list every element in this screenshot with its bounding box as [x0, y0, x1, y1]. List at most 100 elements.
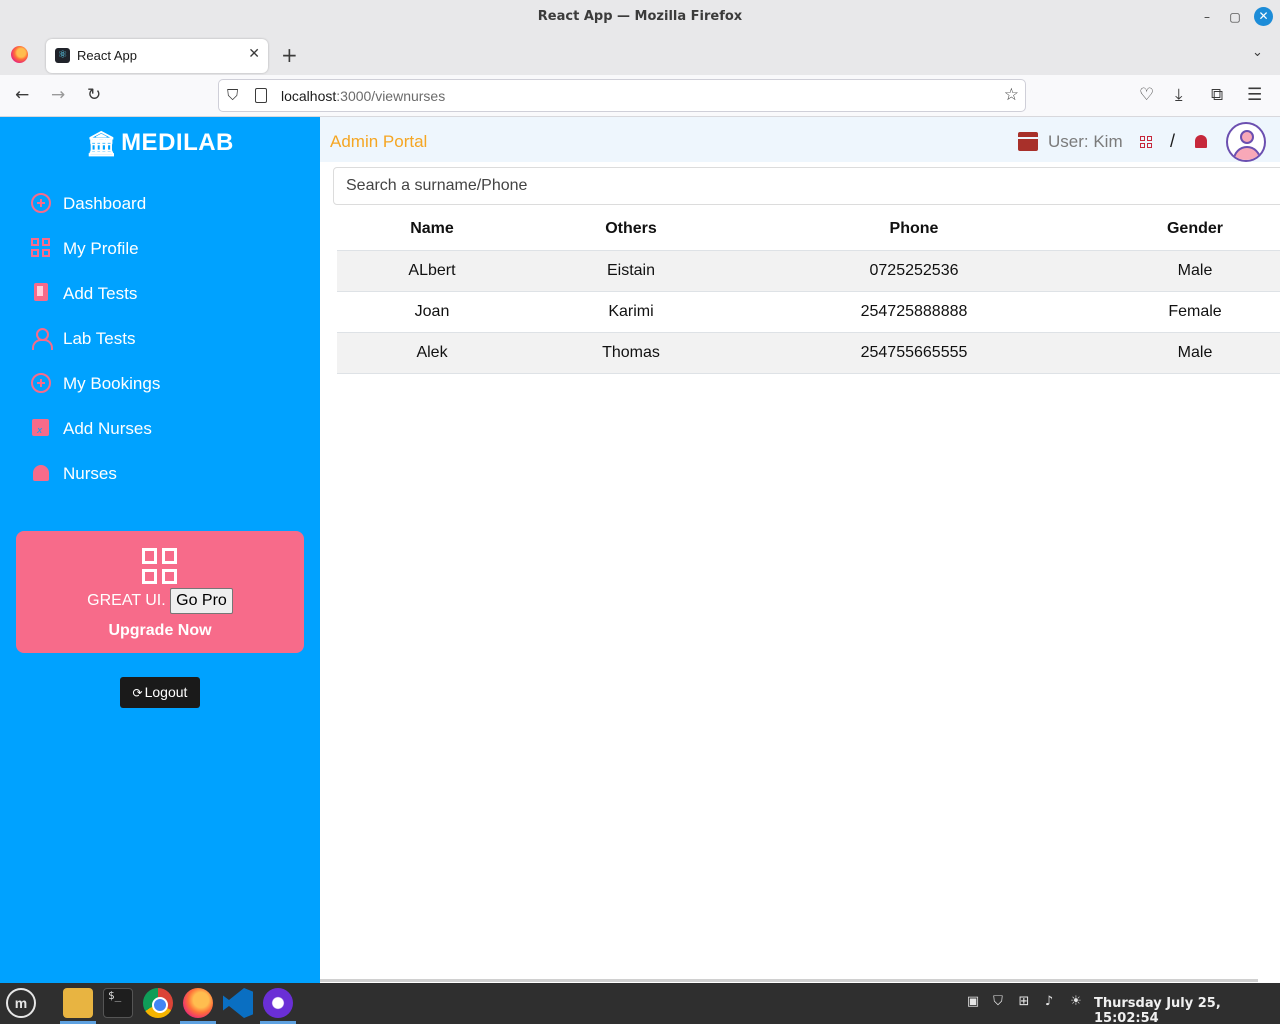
- brightness-tray-icon[interactable]: ☀: [1069, 995, 1083, 1009]
- sidebar-item-label: Add Tests: [63, 284, 138, 303]
- cell-phone: 0725252536: [735, 250, 1093, 292]
- screenshot-app-icon[interactable]: [260, 988, 296, 1024]
- brand-logo[interactable]: 🏛 MEDILAB: [0, 129, 320, 158]
- tab-close-icon[interactable]: ✕: [248, 46, 260, 62]
- window-titlebar: React App — Mozilla Firefox – ▢ ✕: [0, 0, 1280, 34]
- tracking-shield-icon[interactable]: ⛉: [227, 86, 238, 104]
- address-bar[interactable]: ⛉ localhost:3000/viewnurses ☆: [218, 79, 1026, 112]
- sidebar-item-add-nurses[interactable]: Add Nurses: [0, 412, 320, 457]
- brand-name: MEDILAB: [121, 129, 234, 156]
- url-host: localhost: [281, 88, 337, 104]
- url-text[interactable]: localhost:3000/viewnurses: [281, 88, 445, 104]
- network-tray-icon[interactable]: ⊞: [1017, 995, 1031, 1009]
- calendar-icon[interactable]: [1018, 132, 1038, 151]
- cell-phone: 254755665555: [735, 332, 1093, 374]
- column-header-name[interactable]: Name: [337, 208, 527, 251]
- close-window-icon[interactable]: ✕: [1254, 7, 1273, 26]
- sidebar-item-dashboard[interactable]: Dashboard: [0, 187, 320, 232]
- sidebar-item-nurses[interactable]: Nurses: [0, 457, 320, 502]
- minimize-icon[interactable]: –: [1198, 8, 1216, 26]
- react-favicon-icon: ⚛: [55, 48, 70, 63]
- table-row[interactable]: ALbert Eistain 0725252536 Male: [337, 250, 1280, 292]
- extensions-icon[interactable]: ⧉: [1211, 85, 1223, 105]
- cell-others: Eistain: [527, 250, 735, 292]
- volume-tray-icon[interactable]: ♪: [1042, 995, 1056, 1009]
- window-title: React App — Mozilla Firefox: [537, 9, 743, 24]
- table-row[interactable]: Joan Karimi 254725888888 Female: [337, 291, 1280, 333]
- cell-others: Thomas: [527, 332, 735, 374]
- clock[interactable]: Thursday July 25, 15:02:54: [1094, 996, 1280, 1024]
- files-app-icon[interactable]: [60, 988, 96, 1024]
- pocket-icon[interactable]: ♡: [1139, 85, 1154, 105]
- sidebar-item-label: Dashboard: [63, 194, 147, 213]
- chrome-app-icon[interactable]: [143, 988, 173, 1018]
- page-title: Admin Portal: [330, 132, 428, 151]
- separator: /: [1170, 131, 1176, 151]
- sidebar-item-my-profile[interactable]: My Profile: [0, 232, 320, 277]
- sidebar-item-label: My Bookings: [63, 374, 161, 393]
- cell-phone: 254725888888: [735, 291, 1093, 333]
- new-tab-icon[interactable]: +: [281, 43, 298, 67]
- firefox-app-icon[interactable]: [180, 988, 216, 1024]
- maximize-icon[interactable]: ▢: [1226, 8, 1244, 26]
- column-header-others[interactable]: Others: [527, 208, 735, 251]
- promo-line: GREAT UI. Go Pro: [16, 588, 304, 614]
- cell-name: Joan: [337, 291, 527, 333]
- go-pro-button[interactable]: Go Pro: [170, 588, 233, 614]
- sidebar-item-label: Lab Tests: [63, 329, 136, 348]
- page-info-icon[interactable]: [255, 88, 267, 103]
- book-icon: [31, 283, 51, 303]
- grid-icon[interactable]: [1140, 136, 1152, 148]
- sidebar-item-label: My Profile: [63, 239, 139, 258]
- forward-arrow-icon[interactable]: →: [51, 85, 65, 105]
- sidebar-menu: Dashboard My Profile Add Tests Lab Tests…: [0, 187, 320, 502]
- bank-icon: 🏛: [86, 130, 118, 158]
- mint-menu-icon[interactable]: m: [6, 988, 36, 1018]
- promo-text: GREAT UI.: [87, 592, 166, 609]
- shield-tray-icon[interactable]: ⛉: [991, 995, 1005, 1009]
- clipboard-tray-icon[interactable]: ▣: [966, 995, 980, 1009]
- terminal-app-icon[interactable]: $_: [103, 988, 133, 1018]
- logout-icon: ⟳: [132, 686, 143, 700]
- plus-circle-icon: [31, 373, 51, 393]
- os-taskbar: m $_ ▣ ⛉ ⊞ ♪ ☀ Thursday July 25, 15:02:5…: [0, 983, 1280, 1024]
- sidebar-item-my-bookings[interactable]: My Bookings: [0, 367, 320, 412]
- column-header-gender[interactable]: Gender: [1093, 208, 1280, 251]
- browser-tab[interactable]: ⚛ React App ✕: [46, 39, 268, 73]
- bell-icon: [31, 463, 51, 483]
- logout-button[interactable]: ⟳ Logout: [120, 677, 200, 708]
- url-path: :3000/viewnurses: [336, 88, 446, 104]
- sidebar-item-lab-tests[interactable]: Lab Tests: [0, 322, 320, 367]
- vscode-app-icon[interactable]: [223, 988, 253, 1018]
- calendar-icon: [31, 418, 51, 441]
- sidebar-item-add-tests[interactable]: Add Tests: [0, 277, 320, 322]
- avatar[interactable]: [1226, 122, 1266, 162]
- cell-name: Alek: [337, 332, 527, 374]
- search-input[interactable]: [333, 167, 1280, 205]
- notification-bell-icon[interactable]: [1195, 135, 1207, 148]
- navigation-toolbar: ← → ↻ ⛉ localhost:3000/viewnurses ☆ ♡ ⤓ …: [0, 75, 1280, 117]
- cell-gender: Male: [1093, 250, 1280, 292]
- horizontal-scrollbar[interactable]: [320, 979, 1258, 982]
- sidebar-item-label: Add Nurses: [63, 419, 152, 438]
- downloads-icon[interactable]: ⤓: [1175, 85, 1183, 105]
- cell-name: ALbert: [337, 250, 527, 292]
- bookmark-star-icon[interactable]: ☆: [1004, 85, 1019, 105]
- reload-icon[interactable]: ↻: [87, 85, 101, 105]
- table-row[interactable]: Alek Thomas 254755665555 Male: [337, 332, 1280, 374]
- column-header-phone[interactable]: Phone: [735, 208, 1093, 251]
- hamburger-menu-icon[interactable]: ☰: [1247, 85, 1262, 105]
- nurses-table: Name Others Phone Gender ALbert Eistain …: [337, 208, 1280, 374]
- cell-gender: Male: [1093, 332, 1280, 374]
- plus-circle-icon: [31, 193, 51, 213]
- upgrade-now-link[interactable]: Upgrade Now: [16, 622, 304, 640]
- firefox-view-icon[interactable]: [11, 46, 28, 63]
- sidebar: 🏛 MEDILAB Dashboard My Profile Add Tests …: [0, 117, 320, 983]
- back-arrow-icon[interactable]: ←: [15, 85, 29, 105]
- upgrade-promo-card: GREAT UI. Go Pro Upgrade Now: [16, 531, 304, 653]
- grid-icon: [142, 548, 178, 584]
- list-tabs-chevron-icon[interactable]: ⌄: [1252, 45, 1263, 60]
- tab-title: React App: [77, 48, 137, 63]
- person-icon: [31, 328, 53, 350]
- grid-icon: [31, 238, 51, 258]
